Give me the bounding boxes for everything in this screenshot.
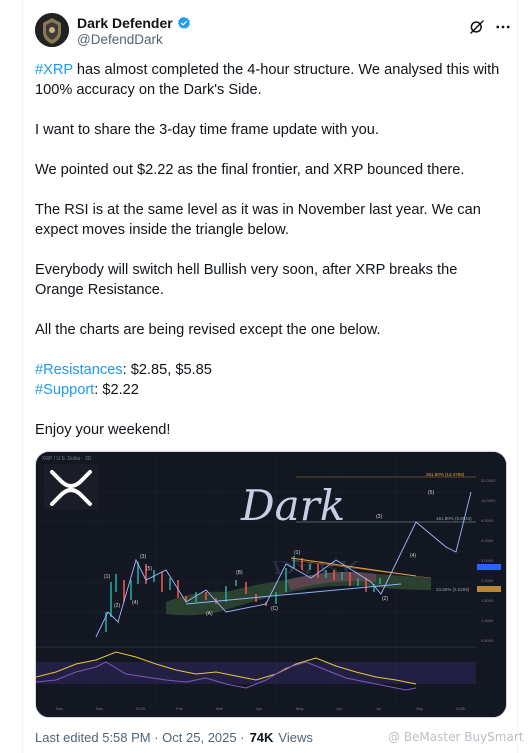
svg-text:2.0000: 2.0000 xyxy=(481,578,494,583)
svg-text:6.0000: 6.0000 xyxy=(481,518,494,523)
tweet-paragraph: Enjoy your weekend! xyxy=(35,420,510,440)
svg-text:Nov: Nov xyxy=(56,706,63,711)
fib-low-label: 23.60% (2.2269) xyxy=(436,587,470,592)
svg-text:Feb: Feb xyxy=(176,706,184,711)
tweet-paragraph: All the charts are being revised except … xyxy=(35,320,510,340)
tweet-text: #XRP has almost completed the 4-hour str… xyxy=(35,60,510,460)
tweet-paragraph: Everybody will switch hell Bullish very … xyxy=(35,260,510,300)
tweet-text-run: has almost completed the 4-hour structur… xyxy=(35,62,500,98)
svg-text:Jul: Jul xyxy=(376,706,381,711)
author-avatar[interactable] xyxy=(35,13,69,47)
svg-text:1.5000: 1.5000 xyxy=(481,598,494,603)
xrp-logo-icon xyxy=(44,464,98,510)
tweet-header: Dark Defender @DefendDark xyxy=(35,13,510,53)
views-label: Views xyxy=(278,730,313,745)
tweet-paragraph: #XRP has almost completed the 4-hour str… xyxy=(35,60,510,100)
tweet-text-run: Enjoy your weekend! xyxy=(35,422,171,438)
svg-text:(2): (2) xyxy=(114,603,120,609)
svg-text:May: May xyxy=(296,706,304,711)
svg-text:10.0000: 10.0000 xyxy=(481,498,496,503)
tweet-text-run: : $2.22 xyxy=(94,382,139,398)
source-watermark: @ BeMaster BuySmart xyxy=(388,730,524,744)
author-handle[interactable]: @DefendDark xyxy=(77,32,163,47)
svg-text:(5): (5) xyxy=(146,566,152,572)
svg-text:(2): (2) xyxy=(382,596,388,602)
svg-text:(B): (B) xyxy=(236,570,243,576)
svg-text:20.0000: 20.0000 xyxy=(481,478,496,483)
svg-text:Apr: Apr xyxy=(256,706,263,711)
svg-text:(C): (C) xyxy=(271,606,278,612)
svg-text:Dec: Dec xyxy=(96,706,103,711)
author-name[interactable]: Dark Defender xyxy=(77,15,173,31)
grok-icon[interactable] xyxy=(468,18,486,36)
tweet-text-run: Everybody will switch hell Bullish very … xyxy=(35,262,458,298)
svg-text:(3): (3) xyxy=(140,554,146,560)
tweet-text-run: I want to share the 3-day time frame upd… xyxy=(35,122,379,138)
svg-text:(3): (3) xyxy=(376,514,382,520)
verified-badge-icon xyxy=(177,16,190,29)
tweet-paragraph: #Resistances: $2.85, $5.85 #Support: $2.2… xyxy=(35,360,510,400)
svg-text:2026: 2026 xyxy=(456,706,466,711)
tweet-footer: Last edited 5:58 PM · Oct 25, 2025 · 74K… xyxy=(35,730,313,745)
views-count: 74K xyxy=(249,730,274,745)
tweet-text-run: The RSI is at the same level as it was i… xyxy=(35,202,481,238)
tweet-line: #Support: $2.22 xyxy=(35,380,510,400)
tweet-text-run: All the charts are being revised except … xyxy=(35,322,381,338)
svg-text:Jun: Jun xyxy=(336,706,342,711)
svg-text:1.0000: 1.0000 xyxy=(481,618,494,623)
timestamp[interactable]: Last edited 5:58 PM · Oct 25, 2025 · xyxy=(35,730,245,745)
tweet-text-run: We pointed out $2.22 as the final fronti… xyxy=(35,162,465,178)
hashtag-link[interactable]: #XRP xyxy=(35,62,73,78)
svg-text:(4): (4) xyxy=(410,553,416,559)
timeline-border-left xyxy=(22,0,23,753)
svg-text:Mar: Mar xyxy=(216,706,224,711)
tweet-paragraph: I want to share the 3-day time frame upd… xyxy=(35,120,510,140)
hashtag-link[interactable]: #Support xyxy=(35,382,94,398)
more-options-icon[interactable] xyxy=(494,18,512,36)
chart-header-label: XRP / U.S. Dollar · 3D xyxy=(42,456,92,462)
tweet-paragraph: The RSI is at the same level as it was i… xyxy=(35,200,510,240)
tweet-line: #Resistances: $2.85, $5.85 xyxy=(35,360,510,380)
svg-text:(A): (A) xyxy=(206,611,213,617)
dark-watermark: Dark xyxy=(240,481,345,530)
fib-top-label: 261.80% (13.4789) xyxy=(426,472,465,477)
tweet-paragraph: We pointed out $2.22 as the final fronti… xyxy=(35,160,510,180)
fib-mid-label: 161.80% (5.8543) xyxy=(436,516,472,521)
hashtag-link[interactable]: #Resistances xyxy=(35,362,123,378)
svg-text:(1): (1) xyxy=(294,550,300,556)
svg-text:0.6000: 0.6000 xyxy=(481,638,494,643)
svg-text:(5): (5) xyxy=(428,490,434,496)
svg-text:2025: 2025 xyxy=(136,706,146,711)
svg-text:(1): (1) xyxy=(104,574,110,580)
svg-text:(4): (4) xyxy=(132,600,138,606)
timeline-border-right xyxy=(517,0,518,753)
svg-text:4.0000: 4.0000 xyxy=(481,538,494,543)
svg-text:3.0000: 3.0000 xyxy=(481,558,494,563)
svg-text:Sep: Sep xyxy=(416,706,424,711)
tweet-media-chart[interactable]: XRP / U.S. Dollar · 3D Dark DARK 261.80%… xyxy=(35,451,507,718)
tweet-text-run: : $2.85, $5.85 xyxy=(122,362,212,378)
